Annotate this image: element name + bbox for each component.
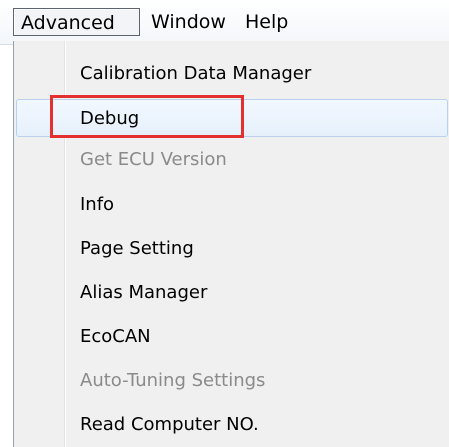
menu-item-auto-tuning-settings: Auto-Tuning Settings <box>80 370 266 391</box>
menu-item-alias-manager[interactable]: Alias Manager <box>14 274 449 312</box>
menu-item-read-computer-no[interactable]: Read Computer NO. <box>14 406 449 444</box>
menu-help[interactable]: Help <box>239 8 294 36</box>
menu-window[interactable]: Window <box>145 8 232 36</box>
debug-annotation-box <box>50 95 244 138</box>
menu-item-page-setting[interactable]: Page Setting <box>14 230 449 268</box>
menu-item-get-ecu-version: Get ECU Version <box>80 149 227 170</box>
menu-item-calibration-data-manager[interactable]: Calibration Data Manager <box>14 55 449 93</box>
menu-item-ecocan[interactable]: EcoCAN <box>14 318 449 356</box>
menu-bar: Advanced Window Help <box>0 0 449 45</box>
menu-item-info[interactable]: Info <box>14 186 449 224</box>
menu-advanced[interactable]: Advanced <box>13 8 140 36</box>
